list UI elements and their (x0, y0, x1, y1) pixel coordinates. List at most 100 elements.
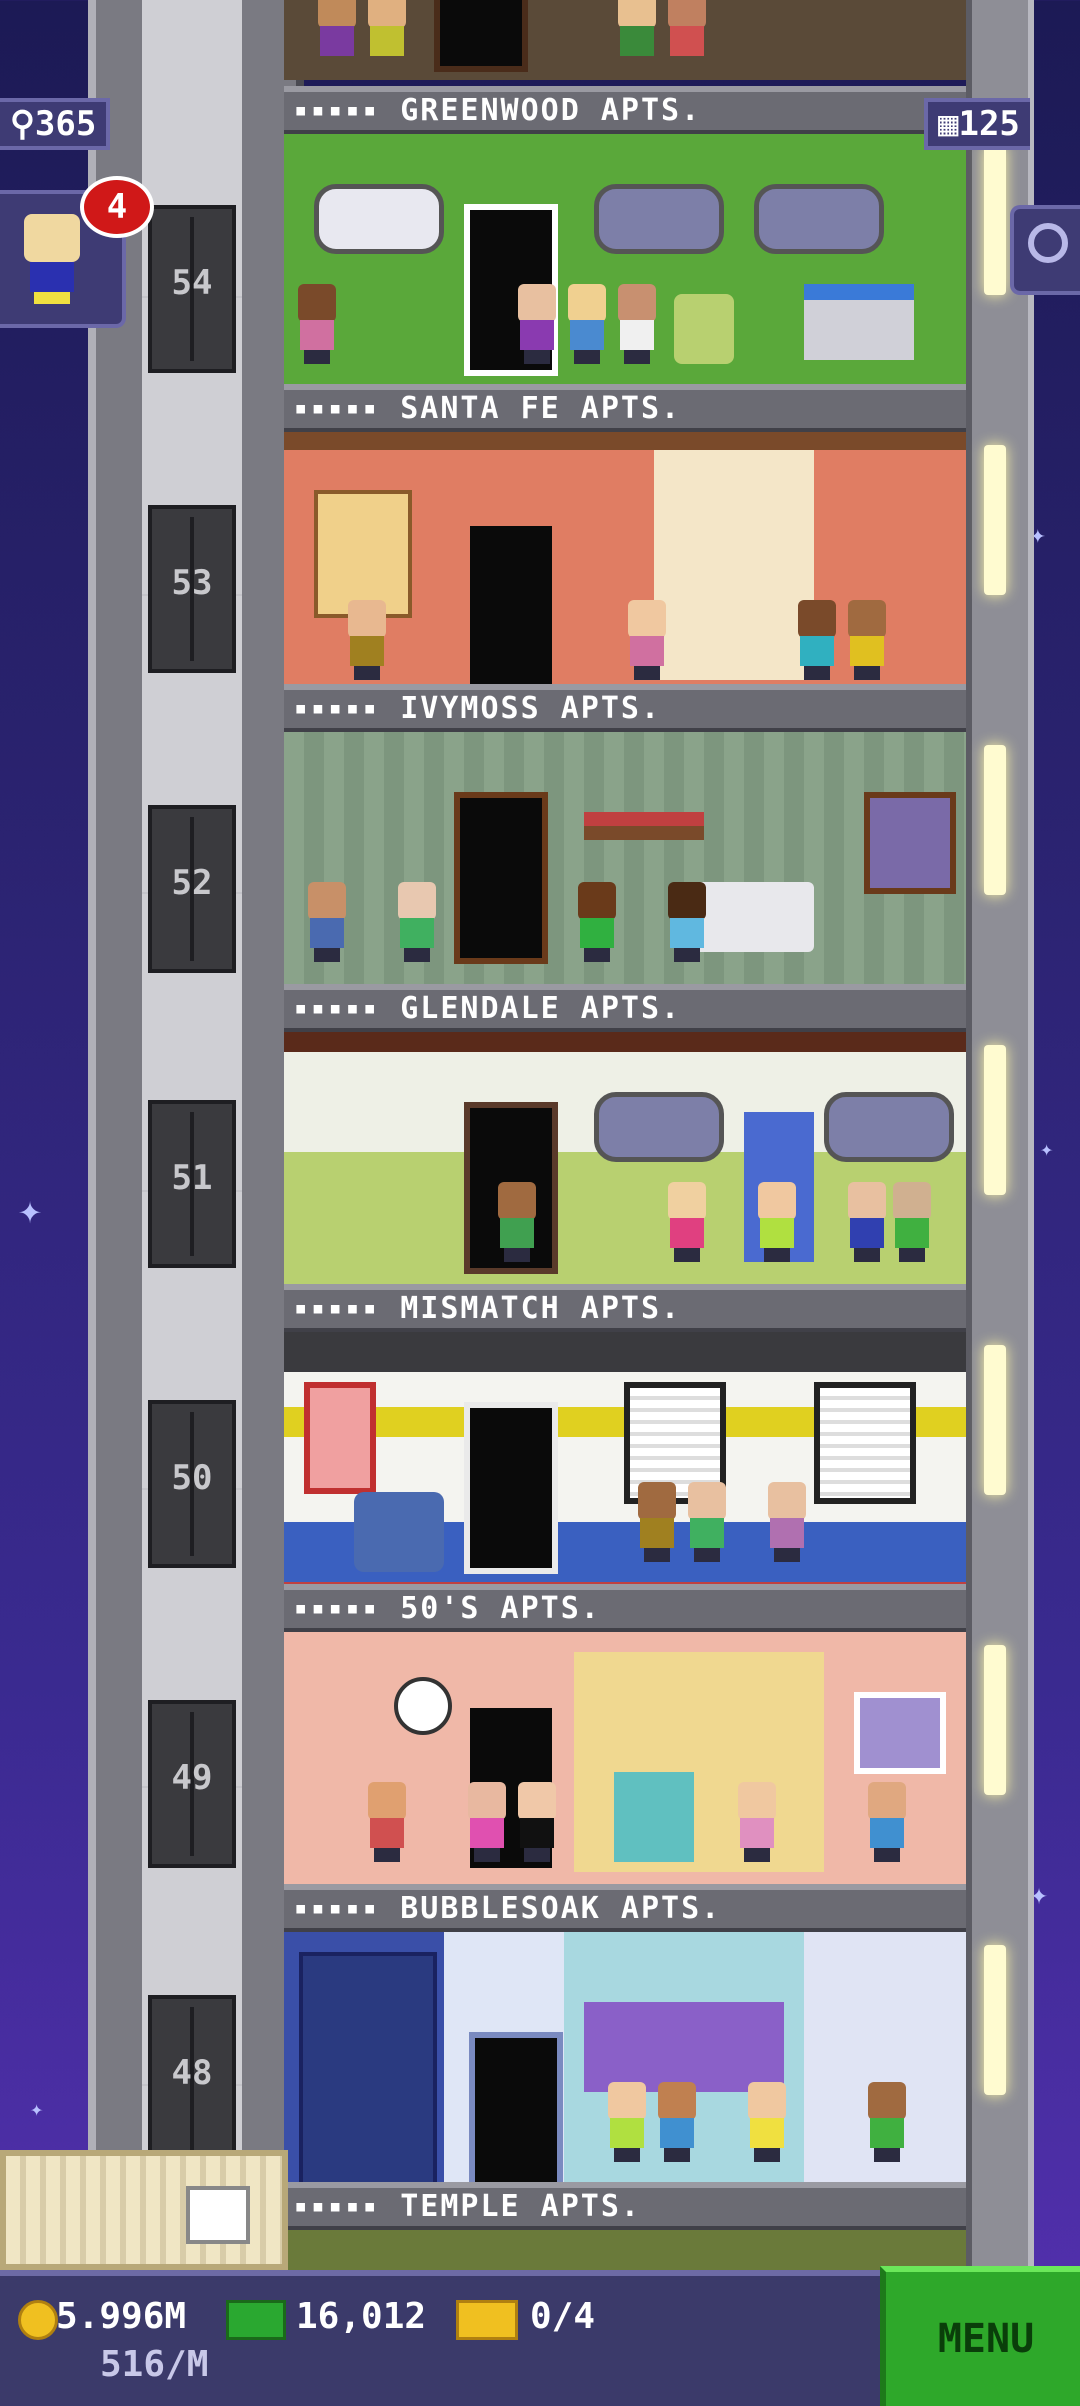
window-blinds (814, 1382, 916, 1504)
resident (734, 1782, 780, 1862)
floor-banner-50s[interactable]: ▪▪▪▪▪ 50'S APTS. (284, 1584, 966, 1632)
resident (844, 600, 890, 680)
floor-banner-ivymoss[interactable]: ▪▪▪▪▪ IVYMOSS APTS. (284, 684, 966, 732)
notification-count: 4 (106, 187, 128, 227)
resident (364, 0, 410, 70)
search-icon (1028, 223, 1068, 263)
elevator-car-54[interactable]: 54 (148, 205, 236, 373)
wall-light (984, 1345, 1006, 1495)
resident (314, 0, 360, 70)
floor-name: IVYMOSS APTS. (400, 691, 662, 726)
menu-button[interactable]: MENU (880, 2266, 1080, 2406)
floor-55-partial[interactable] (284, 0, 966, 80)
elevator-car-50[interactable]: 50 (148, 1400, 236, 1568)
floor-name: BUBBLESOAK APTS. (400, 1891, 722, 1926)
elevator-floor-number: 54 (171, 263, 213, 303)
window (594, 1092, 724, 1162)
elevator-car-53[interactable]: 53 (148, 505, 236, 673)
bux-value[interactable]: 16,012 (296, 2296, 426, 2337)
window (754, 184, 884, 254)
resident (364, 1782, 410, 1862)
resident (624, 600, 670, 680)
bookshelf (584, 812, 704, 840)
floor-banner-mismatch[interactable]: ▪▪▪▪▪ MISMATCH APTS. (284, 1284, 966, 1332)
floor-47-temple-partial[interactable] (284, 2230, 966, 2270)
floor-53-santa-fe[interactable] (284, 432, 966, 702)
resident (394, 882, 440, 962)
resident (304, 882, 350, 962)
fireplace (654, 450, 814, 680)
floor-banner-temple[interactable]: ▪▪▪▪▪ TEMPLE APTS. (284, 2182, 966, 2230)
resident (294, 284, 340, 364)
ticket-icon (456, 2300, 518, 2340)
floor-name: SANTA FE APTS. (400, 391, 682, 426)
elevator-car-49[interactable]: 49 (148, 1700, 236, 1868)
resident (614, 0, 660, 70)
floor-50-mismatch[interactable] (284, 1332, 966, 1602)
resident (889, 1182, 935, 1262)
clock-icon (394, 1677, 452, 1735)
wall-hanging (314, 490, 412, 618)
elevator-car-48[interactable]: 48 (148, 1995, 236, 2163)
armchair (674, 294, 734, 364)
vanity (584, 2002, 784, 2092)
occupancy-dots: ▪▪▪▪▪ (294, 1296, 381, 1321)
floor-banner-greenwood[interactable]: ▪▪▪▪▪ GREENWOOD APTS. (284, 86, 966, 134)
floor-49-fifties[interactable] (284, 1632, 966, 1902)
resident (664, 0, 710, 70)
population-value: 365 (34, 104, 97, 144)
resident (864, 1782, 910, 1862)
occupancy-dots: ▪▪▪▪▪ (294, 996, 381, 1021)
armchair (354, 1492, 444, 1572)
resident (464, 1782, 510, 1862)
window (864, 792, 956, 894)
resident (794, 600, 840, 680)
floor-banner-santa-fe[interactable]: ▪▪▪▪▪ SANTA FE APTS. (284, 384, 966, 432)
occupancy-dots: ▪▪▪▪▪ (294, 98, 381, 123)
floor-51-glendale[interactable] (284, 1032, 966, 1302)
window (854, 1692, 946, 1774)
window (594, 184, 724, 254)
elevator-floor-number: 48 (171, 2053, 213, 2093)
coins-value[interactable]: 5.996M (56, 2296, 186, 2337)
floor-banner-glendale[interactable]: ▪▪▪▪▪ GLENDALE APTS. (284, 984, 966, 1032)
tickets-value[interactable]: 0/4 (530, 2296, 595, 2337)
stove (614, 1772, 694, 1862)
painting (304, 1382, 376, 1494)
occupancy-dots: ▪▪▪▪▪ (294, 396, 381, 421)
computer-desk (804, 284, 914, 360)
population-counter[interactable]: ⚲365 (0, 98, 111, 150)
resident (634, 1482, 680, 1562)
floor-name: GLENDALE APTS. (400, 991, 682, 1026)
avatar (24, 214, 80, 304)
resident (574, 882, 620, 962)
floor-name: MISMATCH APTS. (400, 1291, 682, 1326)
wall-light (984, 745, 1006, 895)
door (454, 792, 548, 964)
box-icon (186, 2186, 250, 2244)
wall-light (984, 1045, 1006, 1195)
search-button[interactable] (1010, 205, 1080, 295)
floor-48-bubblesoak[interactable] (284, 1932, 966, 2202)
floor-name: 50'S APTS. (400, 1591, 601, 1626)
resident (664, 882, 710, 962)
resident (614, 284, 660, 364)
resident (754, 1182, 800, 1262)
wall-light (984, 145, 1006, 295)
resident (684, 1482, 730, 1562)
floor-banner-bubblesoak[interactable]: ▪▪▪▪▪ BUBBLESOAK APTS. (284, 1884, 966, 1932)
elevator-car-52[interactable]: 52 (148, 805, 236, 973)
floor-52-ivymoss[interactable] (284, 732, 966, 1002)
notification-badge: 4 (80, 176, 154, 238)
resident (344, 600, 390, 680)
floor-count-value: 125 (958, 104, 1020, 144)
wall-light (984, 445, 1006, 595)
resident (514, 284, 560, 364)
floor-counter[interactable]: ▦125 (924, 98, 1030, 150)
floor-54-greenwood[interactable] (284, 134, 966, 404)
elevator-car-51[interactable]: 51 (148, 1100, 236, 1268)
wall-light (984, 1945, 1006, 2095)
supply-crate[interactable] (0, 2150, 288, 2270)
door (434, 0, 528, 72)
window (824, 1092, 954, 1162)
